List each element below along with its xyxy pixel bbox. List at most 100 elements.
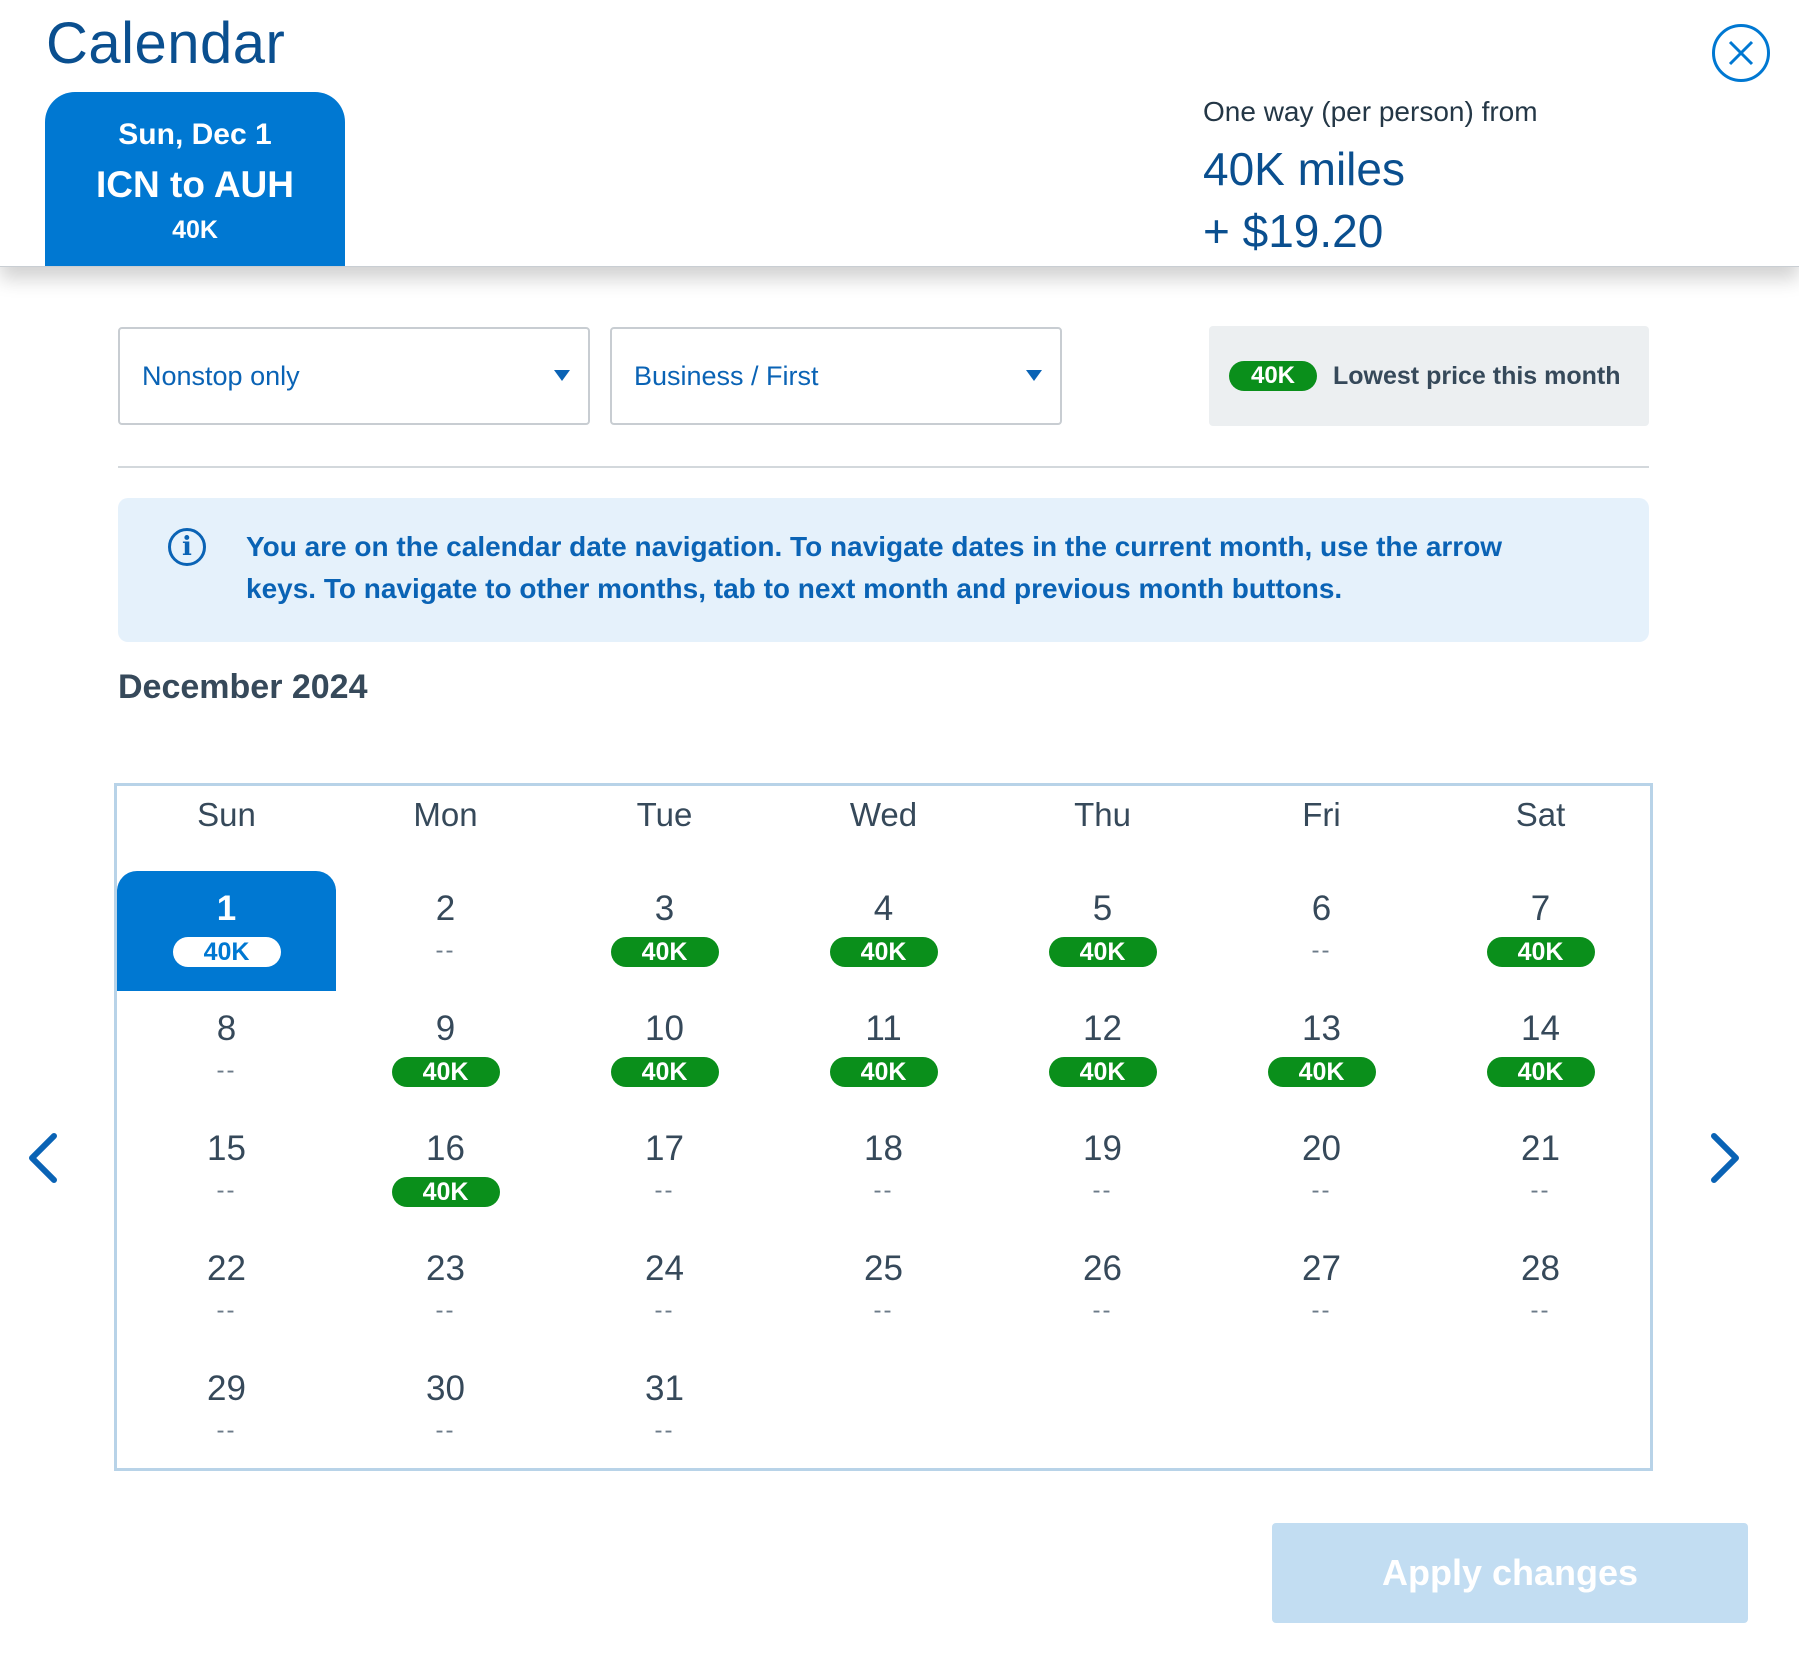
info-icon: i xyxy=(168,528,206,566)
apply-changes-button[interactable]: Apply changes xyxy=(1272,1523,1748,1623)
no-price-label: -- xyxy=(1530,1297,1551,1324)
caret-down-icon xyxy=(554,370,570,381)
weekday-label: Mon xyxy=(413,796,478,833)
day-number: 26 xyxy=(1083,1249,1122,1288)
calendar-day[interactable]: 13 40K xyxy=(1212,991,1431,1111)
price-badge: 40K xyxy=(391,1057,500,1087)
calendar-day[interactable]: 8 -- xyxy=(117,991,336,1111)
calendar-day[interactable]: 12 40K xyxy=(993,991,1212,1111)
day-number: 5 xyxy=(1092,889,1113,928)
stops-select[interactable]: Nonstop only xyxy=(118,327,590,425)
calendar-day[interactable]: 7 40K xyxy=(1431,871,1650,991)
price-badge: 40K xyxy=(1048,937,1157,967)
cabin-select[interactable]: Business / First xyxy=(610,327,1062,425)
calendar-day[interactable]: 6 -- xyxy=(1212,871,1431,991)
calendar-day[interactable]: 30 -- xyxy=(336,1351,555,1471)
close-icon xyxy=(1728,40,1754,66)
calendar-day[interactable]: 18 -- xyxy=(774,1111,993,1231)
calendar-day[interactable]: 24 -- xyxy=(555,1231,774,1351)
calendar-day[interactable]: 20 -- xyxy=(1212,1111,1431,1231)
close-button[interactable] xyxy=(1712,24,1770,82)
day-number: 24 xyxy=(645,1249,684,1288)
day-number: 29 xyxy=(207,1369,246,1408)
weekday-header-row: Sun Mon Tue Wed Thu Fri Sat xyxy=(117,786,1650,871)
calendar-day[interactable]: 9 40K xyxy=(336,991,555,1111)
trip-tab[interactable]: Sun, Dec 1 ICN to AUH 40K xyxy=(45,92,345,266)
day-number: 6 xyxy=(1311,889,1332,928)
day-number: 15 xyxy=(207,1129,246,1168)
no-price-label: -- xyxy=(873,1297,894,1324)
calendar-day[interactable]: 22 -- xyxy=(117,1231,336,1351)
calendar-day[interactable]: 3 40K xyxy=(555,871,774,991)
calendar-day[interactable]: 17 -- xyxy=(555,1111,774,1231)
month-title: December 2024 xyxy=(118,668,368,706)
calendar-day[interactable]: 26 -- xyxy=(993,1231,1212,1351)
divider xyxy=(118,466,1649,468)
fare-miles: 40K miles xyxy=(1203,143,1405,195)
trip-date: Sun, Dec 1 xyxy=(118,118,272,151)
cabin-select-value: Business / First xyxy=(634,360,819,391)
calendar-day[interactable]: 23 -- xyxy=(336,1231,555,1351)
no-price-label: -- xyxy=(216,1417,237,1444)
calendar-day[interactable]: 16 40K xyxy=(336,1111,555,1231)
day-number: 7 xyxy=(1530,889,1551,928)
calendar-day[interactable]: 19 -- xyxy=(993,1111,1212,1231)
weekday-label: Tue xyxy=(636,796,693,833)
price-badge: 40K xyxy=(1267,1057,1376,1087)
calendar-day[interactable]: 21 -- xyxy=(1431,1111,1650,1231)
weekday-label: Sat xyxy=(1515,796,1566,833)
price-badge: 40K xyxy=(829,1057,938,1087)
legend-badge: 40K xyxy=(1229,361,1317,391)
day-number: 3 xyxy=(654,889,675,928)
info-banner: i You are on the calendar date navigatio… xyxy=(118,498,1649,642)
calendar-grid: Sun Mon Tue Wed Thu Fri Sat 1 40K 2 -- 3 40K 4 40K 5 40… xyxy=(114,783,1653,1471)
day-number: 11 xyxy=(865,1009,902,1048)
day-number: 8 xyxy=(216,1009,237,1048)
calendar-day[interactable]: 27 -- xyxy=(1212,1231,1431,1351)
weekday-label: Thu xyxy=(1074,796,1131,833)
day-number: 19 xyxy=(1083,1129,1122,1168)
no-price-label: -- xyxy=(654,1417,675,1444)
no-price-label: -- xyxy=(1092,1297,1113,1324)
no-price-label: -- xyxy=(1311,937,1332,964)
no-price-label: -- xyxy=(435,1417,456,1444)
no-price-label: -- xyxy=(1311,1177,1332,1204)
no-price-label: -- xyxy=(435,937,456,964)
price-badge: 40K xyxy=(829,937,938,967)
no-price-label: -- xyxy=(654,1297,675,1324)
calendar-day[interactable]: 5 40K xyxy=(993,871,1212,991)
fare-summary: One way (per person) from 40K miles + $1… xyxy=(1203,96,1538,258)
day-number: 10 xyxy=(645,1009,684,1048)
day-number: 23 xyxy=(426,1249,465,1288)
day-number: 18 xyxy=(864,1129,903,1168)
day-number: 25 xyxy=(864,1249,903,1288)
calendar-day[interactable]: 31 -- xyxy=(555,1351,774,1471)
price-badge: 40K xyxy=(1486,1057,1595,1087)
calendar-day[interactable]: 11 40K xyxy=(774,991,993,1111)
calendar-day[interactable]: 2 -- xyxy=(336,871,555,991)
no-price-label: -- xyxy=(1311,1297,1332,1324)
calendar-day[interactable]: 25 -- xyxy=(774,1231,993,1351)
no-price-label: -- xyxy=(216,1177,237,1204)
calendar-day[interactable]: 1 40K xyxy=(117,871,336,991)
weekday-label: Sun xyxy=(197,796,256,833)
next-month-button[interactable] xyxy=(1702,1128,1748,1188)
chevron-right-icon xyxy=(1711,1133,1739,1183)
fare-tax: + $19.20 xyxy=(1203,205,1384,257)
no-price-label: -- xyxy=(216,1057,237,1084)
calendar-day[interactable]: 29 -- xyxy=(117,1351,336,1471)
calendar-day[interactable]: 28 -- xyxy=(1431,1231,1650,1351)
calendar-day[interactable]: 14 40K xyxy=(1431,991,1650,1111)
day-number: 31 xyxy=(645,1369,684,1408)
calendar-day[interactable]: 15 -- xyxy=(117,1111,336,1231)
day-number: 16 xyxy=(426,1129,465,1168)
caret-down-icon xyxy=(1026,370,1042,381)
price-badge: 40K xyxy=(391,1177,500,1207)
calendar-day[interactable]: 10 40K xyxy=(555,991,774,1111)
day-number: 20 xyxy=(1302,1129,1341,1168)
previous-month-button[interactable] xyxy=(20,1128,66,1188)
day-number: 22 xyxy=(207,1249,246,1288)
weekday-label: Fri xyxy=(1302,796,1341,833)
day-number: 14 xyxy=(1521,1009,1560,1048)
calendar-day[interactable]: 4 40K xyxy=(774,871,993,991)
